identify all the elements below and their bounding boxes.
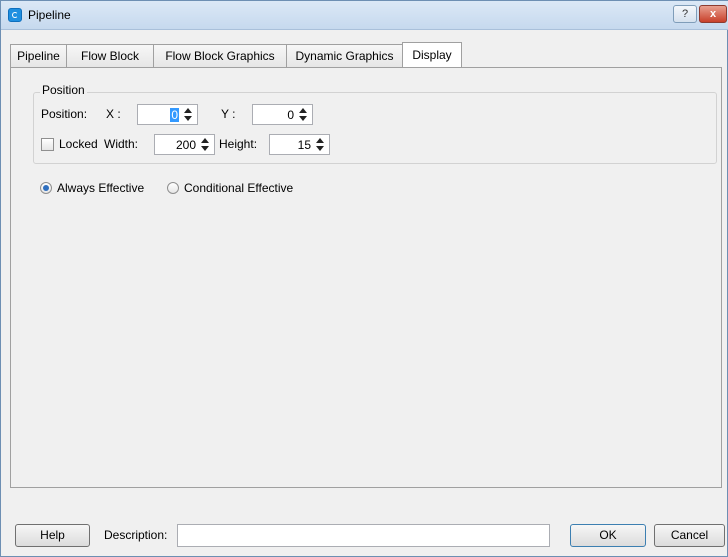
- description-label: Description:: [104, 528, 168, 542]
- x-label: X :: [106, 107, 121, 121]
- tab-dynamic-graphics[interactable]: Dynamic Graphics: [286, 44, 403, 67]
- x-spin-arrows-icon[interactable]: [182, 106, 194, 123]
- tab-flow-block[interactable]: Flow Block: [66, 44, 154, 67]
- help-button[interactable]: Help: [15, 524, 90, 547]
- description-input[interactable]: [177, 524, 550, 547]
- y-label: Y :: [221, 107, 236, 121]
- conditional-effective-label: Conditional Effective: [184, 181, 294, 195]
- close-button[interactable]: x: [699, 5, 727, 23]
- pipeline-dialog: Pipeline ? x Pipeline Flow Block Flow Bl…: [0, 0, 728, 557]
- height-label: Height:: [219, 137, 258, 151]
- tab-display[interactable]: Display: [402, 42, 462, 67]
- height-spin-arrows-icon[interactable]: [314, 136, 326, 153]
- always-effective-label: Always Effective: [57, 181, 145, 195]
- height-value: 15: [297, 138, 311, 152]
- width-spin-arrows-icon[interactable]: [199, 136, 211, 153]
- position-group-title: Position: [40, 83, 87, 97]
- conditional-effective-radio[interactable]: [167, 182, 179, 194]
- width-label: Width:: [104, 137, 139, 151]
- locked-checkbox[interactable]: [41, 138, 54, 151]
- help-title-button[interactable]: ?: [673, 5, 697, 23]
- ok-button[interactable]: OK: [570, 524, 646, 547]
- always-effective-radio[interactable]: [40, 182, 52, 194]
- locked-label: Locked: [59, 137, 98, 151]
- x-position-spinbox[interactable]: 0: [137, 104, 198, 125]
- x-value: 0: [170, 108, 179, 122]
- tab-pipeline[interactable]: Pipeline: [10, 44, 67, 67]
- y-spin-arrows-icon[interactable]: [297, 106, 309, 123]
- y-position-spinbox[interactable]: 0: [252, 104, 313, 125]
- width-value: 200: [175, 138, 196, 152]
- window-title: Pipeline: [28, 8, 71, 22]
- position-label: Position:: [41, 107, 88, 121]
- position-group: [33, 92, 717, 164]
- tab-flow-block-graphics[interactable]: Flow Block Graphics: [153, 44, 287, 67]
- title-bar[interactable]: Pipeline ? x: [1, 1, 728, 30]
- cancel-button[interactable]: Cancel: [654, 524, 725, 547]
- app-icon: [8, 8, 22, 22]
- y-value: 0: [287, 108, 294, 122]
- height-spinbox[interactable]: 15: [269, 134, 330, 155]
- width-spinbox[interactable]: 200: [154, 134, 215, 155]
